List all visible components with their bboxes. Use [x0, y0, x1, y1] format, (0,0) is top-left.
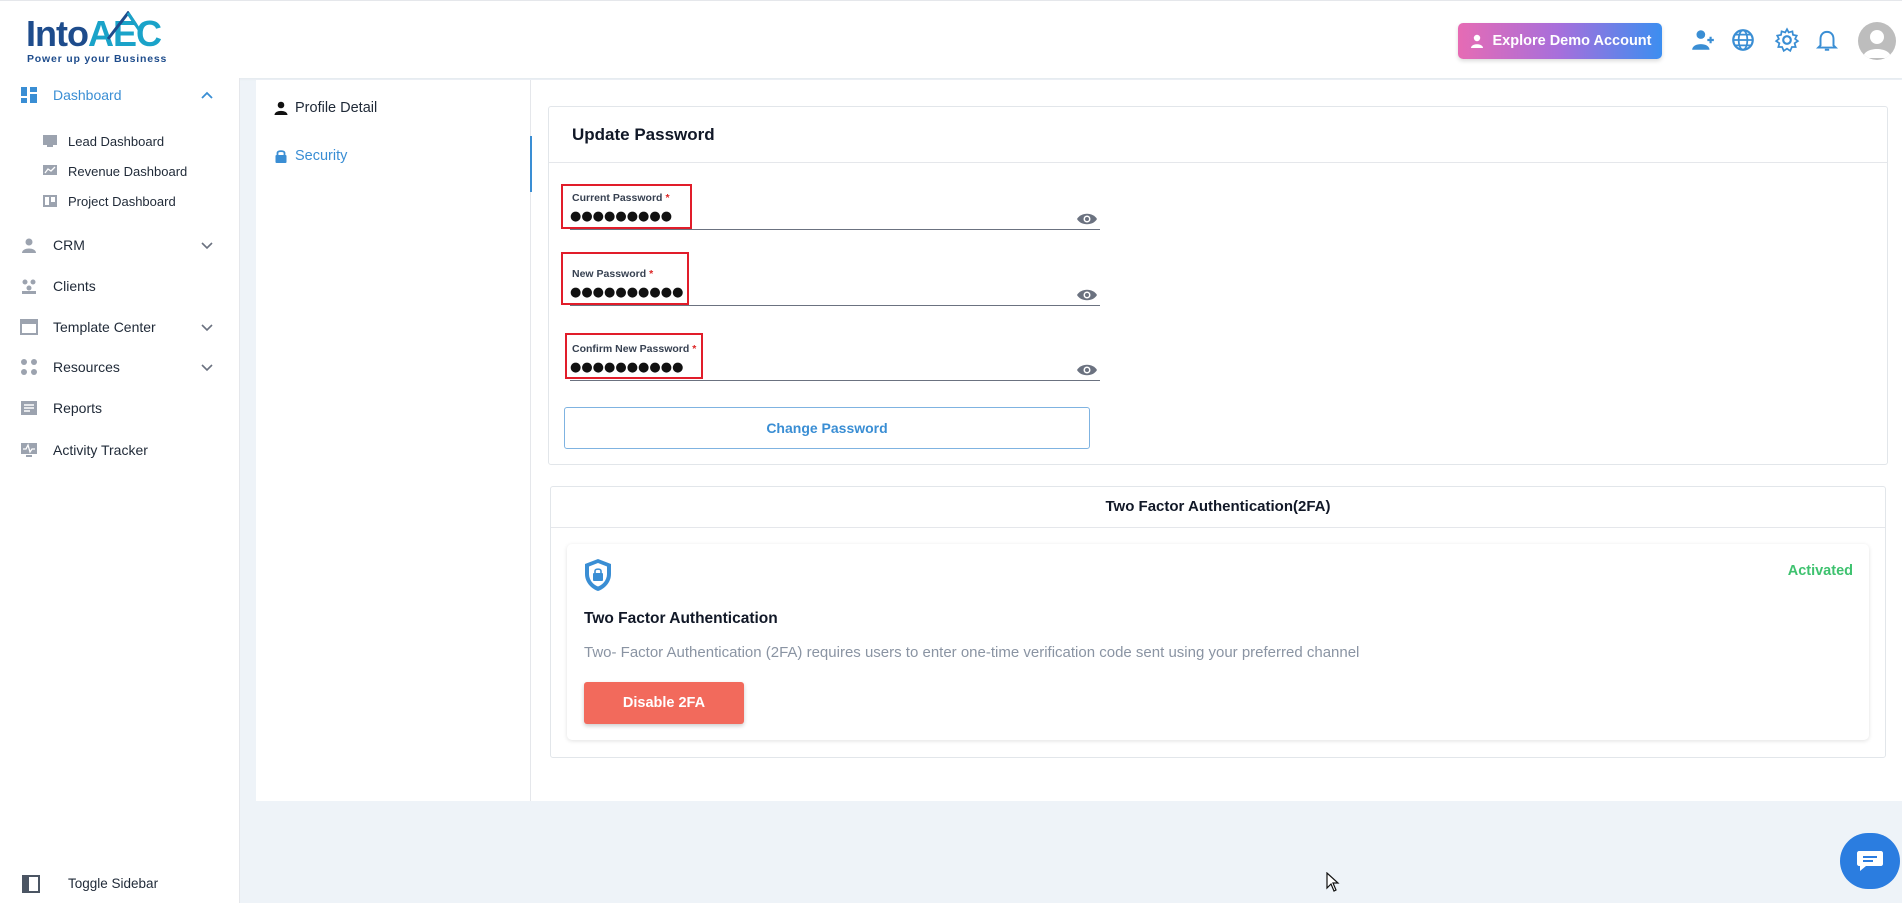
sidebar-item-reports[interactable]: Reports	[0, 393, 240, 423]
lock-icon	[275, 150, 287, 163]
two-factor-card: Two Factor Authentication(2FA) Activated…	[550, 486, 1886, 758]
toggle-sidebar-button[interactable]: Toggle Sidebar	[0, 868, 240, 898]
monitor-icon	[43, 135, 57, 147]
tab-profile-detail[interactable]: Profile Detail	[256, 88, 531, 128]
mouse-cursor-icon	[1326, 872, 1340, 892]
two-factor-inner-card: Activated Two Factor Authentication Two-…	[567, 544, 1869, 740]
two-factor-status: Activated	[1787, 563, 1853, 579]
two-factor-section-title: Two Factor Authentication(2FA)	[1105, 498, 1331, 515]
resources-icon	[21, 359, 37, 375]
shield-icon	[585, 559, 611, 591]
change-password-button[interactable]: Change Password	[564, 407, 1090, 449]
disable-2fa-label: Disable 2FA	[622, 695, 706, 711]
sidebar-subitem-label: Project Dashboard	[68, 193, 176, 209]
tab-label: Profile Detail	[295, 100, 378, 116]
sidebar-subitem-project-dashboard[interactable]: Project Dashboard	[0, 188, 240, 214]
logo-tagline: Power up your Business	[27, 53, 168, 65]
logo[interactable]: IntoAEC Power up your Business	[26, 11, 176, 67]
sidebar-subitem-revenue-dashboard[interactable]: Revenue Dashboard	[0, 158, 240, 184]
bell-icon[interactable]	[1814, 27, 1840, 53]
logo-part-into: Into	[26, 13, 89, 54]
explore-demo-label: Explore Demo Account	[1492, 33, 1652, 49]
logo-triangle-icon	[106, 11, 142, 40]
user-icon	[1470, 34, 1483, 48]
sidebar-item-template-center[interactable]: Template Center	[0, 312, 240, 342]
sidebar-item-resources[interactable]: Resources	[0, 352, 240, 382]
input-underline	[570, 229, 1100, 230]
sidebar-item-clients[interactable]: Clients	[0, 271, 240, 301]
chevron-down-icon[interactable]	[199, 359, 215, 375]
top-header: IntoAEC Power up your Business Explore D…	[0, 0, 1902, 78]
project-board-icon	[43, 195, 57, 207]
eye-icon[interactable]	[1076, 211, 1098, 227]
revenue-chart-icon	[43, 165, 57, 175]
input-underline	[570, 380, 1100, 381]
highlight-box	[561, 252, 689, 305]
tab-security[interactable]: Security	[256, 136, 532, 192]
template-icon	[20, 319, 38, 335]
update-password-title: Update Password	[572, 125, 715, 144]
tab-label: Security	[295, 148, 348, 164]
sidebar-subitem-lead-dashboard[interactable]: Lead Dashboard	[0, 128, 240, 154]
chevron-down-icon[interactable]	[199, 237, 215, 253]
input-underline	[570, 305, 1100, 306]
sidebar-item-label: CRM	[53, 237, 85, 253]
sidebar-toggle-icon	[22, 875, 40, 893]
activity-icon	[21, 443, 37, 457]
settings-tabs: Profile Detail Security	[256, 80, 532, 801]
change-password-label: Change Password	[766, 420, 888, 436]
avatar[interactable]	[1858, 22, 1896, 60]
avatar-silhouette-icon	[1863, 30, 1891, 58]
sidebar-item-label: Dashboard	[53, 87, 122, 103]
sidebar-item-label: Template Center	[53, 319, 156, 335]
user-add-icon[interactable]	[1690, 27, 1716, 53]
reports-icon	[21, 401, 37, 415]
toggle-sidebar-label: Toggle Sidebar	[68, 876, 159, 891]
sidebar-item-label: Reports	[53, 400, 103, 416]
highlight-box	[565, 333, 703, 379]
gear-icon[interactable]	[1774, 27, 1800, 53]
eye-icon[interactable]	[1076, 287, 1098, 303]
clients-icon	[22, 279, 36, 294]
sidebar-item-dashboard[interactable]: Dashboard	[0, 80, 240, 110]
two-factor-description: Two- Factor Authentication (2FA) require…	[584, 644, 1360, 661]
chat-button[interactable]	[1840, 833, 1900, 889]
explore-demo-button[interactable]: Explore Demo Account	[1458, 23, 1662, 59]
eye-icon[interactable]	[1076, 362, 1098, 378]
card-divider	[549, 162, 1887, 163]
sidebar: Dashboard Lead Dashboard Revenue Dashboa…	[0, 78, 240, 903]
disable-2fa-button[interactable]: Disable 2FA	[584, 682, 744, 724]
two-factor-title: Two Factor Authentication	[584, 610, 778, 627]
card-divider	[551, 527, 1885, 528]
crm-icon	[22, 238, 36, 253]
sidebar-subitem-label: Lead Dashboard	[68, 133, 165, 149]
chevron-up-icon[interactable]	[199, 87, 215, 103]
chat-icon	[1857, 851, 1883, 871]
highlight-box	[561, 184, 692, 229]
person-icon	[274, 101, 288, 115]
sidebar-subitem-label: Revenue Dashboard	[68, 163, 188, 179]
sidebar-item-label: Resources	[53, 359, 120, 375]
sidebar-item-crm[interactable]: CRM	[0, 230, 240, 260]
globe-icon[interactable]	[1730, 27, 1756, 53]
sidebar-item-activity-tracker[interactable]: Activity Tracker	[0, 435, 240, 465]
sidebar-item-label: Activity Tracker	[53, 442, 148, 458]
dashboard-icon	[21, 87, 37, 103]
chevron-down-icon[interactable]	[199, 319, 215, 335]
sidebar-item-label: Clients	[53, 278, 96, 294]
